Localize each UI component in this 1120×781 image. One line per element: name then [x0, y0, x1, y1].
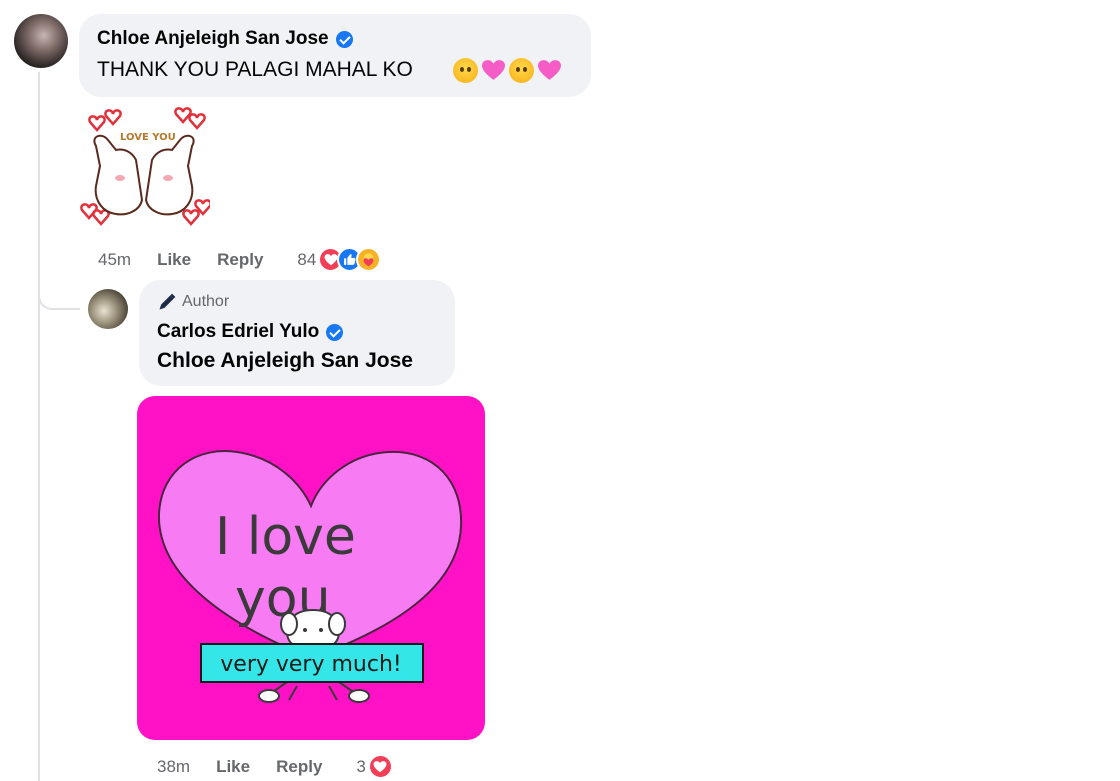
author-badge: Author [157, 292, 229, 312]
comment-emojis [453, 58, 562, 83]
reply-button[interactable]: Reply [217, 250, 263, 270]
sticker-line1: I love [215, 507, 356, 567]
i-love-you-sticker[interactable]: I love you very very much! [137, 396, 485, 740]
like-button[interactable]: Like [216, 757, 250, 777]
author-badge-label: Author [182, 293, 230, 310]
like-button[interactable]: Like [157, 250, 191, 270]
pink-heart-icon [482, 60, 505, 80]
sticker-banner: very very much! [220, 652, 401, 677]
reply-connector [38, 268, 80, 310]
comment-author[interactable]: Chloe Anjeleigh San Jose [97, 28, 353, 50]
pen-icon [159, 293, 176, 310]
reply-time[interactable]: 38m [157, 757, 190, 777]
comment-meta: 45m Like Reply 84 [98, 247, 382, 272]
love-you-bunnies-sticker[interactable]: LOVE YOU [80, 106, 210, 232]
verified-badge-icon [326, 323, 344, 341]
verified-badge-icon [335, 30, 353, 48]
avatar-chloe[interactable] [14, 14, 68, 68]
thread-line [38, 72, 40, 781]
comment-text: THANK YOU PALAGI MAHAL KO [97, 58, 413, 81]
avatar-carlos[interactable] [88, 289, 128, 329]
sticker-caption: LOVE YOU [120, 132, 176, 143]
love-reaction-icon[interactable] [367, 754, 393, 779]
reaction-count[interactable]: 3 [356, 757, 365, 777]
care-reaction-icon[interactable] [356, 247, 382, 272]
comment-bubble: Chloe Anjeleigh San Jose THANK YOU PALAG… [79, 14, 591, 97]
crying-face-icon [453, 58, 478, 83]
comment-author-name[interactable]: Chloe Anjeleigh San Jose [97, 28, 329, 50]
reply-author-name[interactable]: Carlos Edriel Yulo [157, 321, 319, 343]
sticker-art: I love you very very much! [157, 450, 463, 703]
reaction-count[interactable]: 84 [297, 250, 316, 270]
reply-mention[interactable]: Chloe Anjeleigh San Jose [157, 349, 413, 373]
pink-heart-icon [538, 60, 561, 80]
reply-meta: 38m Like Reply 3 [157, 754, 393, 779]
reply-author[interactable]: Carlos Edriel Yulo [157, 321, 344, 343]
crying-face-icon [509, 58, 534, 83]
reply-button[interactable]: Reply [276, 757, 322, 777]
comment-time[interactable]: 45m [98, 250, 131, 270]
